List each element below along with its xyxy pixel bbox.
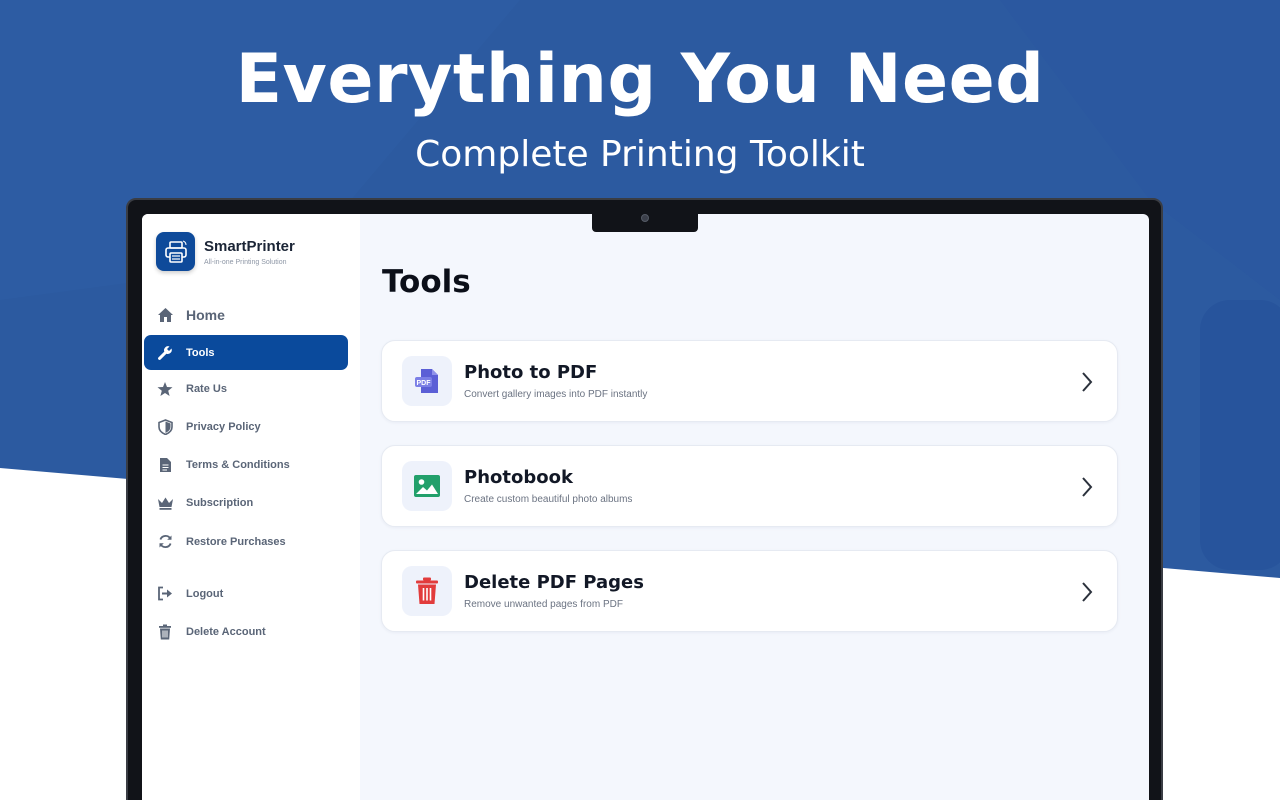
home-icon [156, 306, 174, 324]
pdf-icon-label: PDF [417, 380, 432, 387]
camera-icon [641, 214, 649, 222]
chevron-right-icon [1082, 582, 1093, 602]
sidebar-item-label: Logout [186, 587, 224, 600]
sidebar-item-label: Delete Account [186, 625, 266, 638]
shield-icon [156, 418, 174, 436]
page-title: Tools [382, 264, 471, 300]
app-screen: SmartPrinter All-in-one Printing Solutio… [142, 214, 1149, 800]
tool-title: Photo to PDF [464, 362, 598, 383]
sidebar-item-restore-purchases[interactable]: Restore Purchases [144, 524, 348, 559]
hero-subtitle: Complete Printing Toolkit [415, 134, 865, 175]
sidebar-item-label: Terms & Conditions [186, 458, 290, 471]
trash-icon [156, 623, 174, 641]
sidebar-item-logout[interactable]: Logout [144, 576, 348, 611]
sidebar-item-delete-account[interactable]: Delete Account [144, 614, 348, 649]
sidebar-item-rate-us[interactable]: Rate Us [144, 371, 348, 406]
brand-name: SmartPrinter [204, 237, 295, 255]
printer-icon [156, 232, 195, 271]
camera-notch [592, 214, 698, 232]
sidebar-item-label: Tools [186, 346, 215, 359]
sidebar-item-home[interactable]: Home [144, 297, 348, 332]
sidebar-item-terms[interactable]: Terms & Conditions [144, 447, 348, 482]
sidebar-item-label: Privacy Policy [186, 420, 261, 433]
logout-icon [156, 585, 174, 603]
sidebar-item-privacy-policy[interactable]: Privacy Policy [144, 409, 348, 444]
sidebar-item-label: Home [186, 306, 225, 323]
document-icon [156, 456, 174, 474]
tool-title: Photobook [464, 467, 573, 488]
refresh-icon [156, 533, 174, 551]
tablet-device: SmartPrinter All-in-one Printing Solutio… [126, 198, 1163, 800]
pdf-file-icon: PDF [402, 356, 452, 406]
tool-description: Create custom beautiful photo albums [464, 494, 633, 505]
chevron-right-icon [1082, 372, 1093, 392]
tool-title: Delete PDF Pages [464, 572, 644, 593]
chevron-right-icon [1082, 477, 1093, 497]
crown-icon [156, 494, 174, 512]
sidebar-item-label: Rate Us [186, 382, 227, 395]
sidebar-item-label: Restore Purchases [186, 535, 286, 548]
trash-icon [402, 566, 452, 616]
brand: SmartPrinter All-in-one Printing Solutio… [156, 232, 295, 271]
brand-tagline: All-in-one Printing Solution [204, 258, 287, 266]
hero-title: Everything You Need [235, 40, 1045, 119]
tool-description: Convert gallery images into PDF instantl… [464, 389, 648, 400]
image-icon [402, 461, 452, 511]
tool-card-photobook[interactable]: Photobook Create custom beautiful photo … [381, 445, 1118, 527]
sidebar-item-label: Subscription [186, 496, 254, 509]
star-icon [156, 380, 174, 398]
sidebar: SmartPrinter All-in-one Printing Solutio… [142, 214, 360, 800]
wrench-icon [156, 344, 174, 362]
tool-card-photo-to-pdf[interactable]: PDF Photo to PDF Convert gallery images … [381, 340, 1118, 422]
main-content: Tools PDF Photo to PDF Convert gallery i… [360, 214, 1149, 800]
sidebar-item-tools[interactable]: Tools [144, 335, 348, 370]
tool-card-delete-pdf-pages[interactable]: Delete PDF Pages Remove unwanted pages f… [381, 550, 1118, 632]
sidebar-item-subscription[interactable]: Subscription [144, 485, 348, 520]
tool-description: Remove unwanted pages from PDF [464, 599, 623, 610]
